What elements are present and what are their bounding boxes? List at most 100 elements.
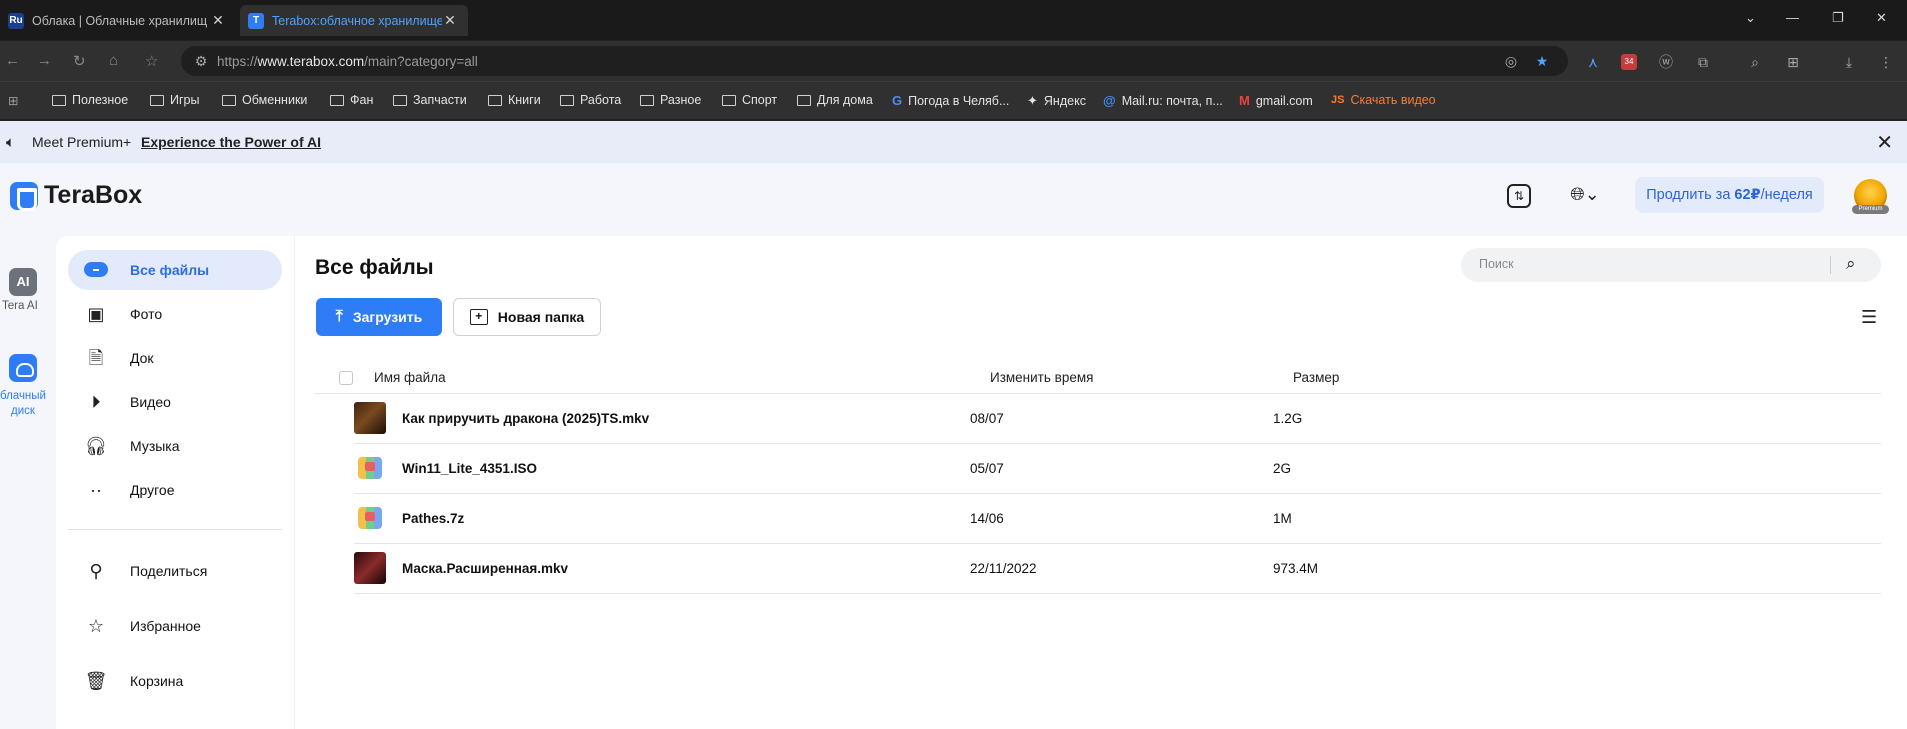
extension-badge-icon[interactable]: 34	[1621, 54, 1637, 70]
forward-icon[interactable]: →	[37, 52, 52, 69]
minimize-icon[interactable]: —	[1786, 10, 1799, 25]
bookmark-raznoe[interactable]: Разное	[640, 93, 701, 107]
sidebar-item-all-files[interactable]: Все файлы	[68, 250, 282, 290]
bookmark-igry[interactable]: Игры	[150, 93, 199, 107]
folder-icon	[222, 94, 236, 106]
video-thumbnail-icon	[354, 552, 386, 584]
select-all-checkbox[interactable]	[339, 371, 353, 385]
sidebar-item-photo[interactable]: ▣ Фото	[68, 294, 282, 334]
file-name[interactable]: Pathes.7z	[402, 511, 464, 526]
search-divider	[1830, 256, 1831, 274]
bookmark-poleznoe[interactable]: Полезное	[52, 93, 128, 107]
reload-icon[interactable]: ↻	[73, 52, 86, 70]
restore-icon[interactable]: ❐	[1832, 10, 1844, 26]
apps-grid-icon[interactable]: ⊞	[8, 93, 18, 108]
tera-ai-label[interactable]: Tera AI	[2, 300, 38, 312]
logo-text: TeraBox	[44, 181, 143, 209]
browser-tab-terabox[interactable]: T Terabox:облачное хранилище ✕	[240, 5, 468, 36]
window-close-icon[interactable]: ✕	[1876, 10, 1887, 26]
bookmark-dlya-doma[interactable]: Для дома	[797, 93, 873, 107]
close-tab-icon[interactable]: ✕	[442, 12, 458, 29]
bookmark-knigi[interactable]: Книги	[488, 93, 541, 107]
sidebar-item-share[interactable]: ⚲ Поделиться	[68, 551, 282, 591]
search-icon[interactable]: ⌕	[1747, 54, 1763, 70]
column-name[interactable]: Имя файла	[374, 370, 446, 385]
bookmarked-star-icon[interactable]: ★	[1534, 53, 1550, 69]
renew-premium-button[interactable]: Продлить за 62₽/неделя	[1635, 177, 1824, 213]
sidebar-item-music[interactable]: 🎧︎ Музыка	[68, 426, 282, 466]
table-row[interactable]: Как приручить дракона (2025)TS.mkv 08/07…	[354, 394, 1881, 444]
bookmark-fan[interactable]: Фан	[330, 93, 373, 107]
close-tab-icon[interactable]: ✕	[210, 12, 226, 29]
address-row: ← → ↻ ⌂ ☆ ⚙ https://www.terabox.com/main…	[0, 41, 1907, 81]
file-name[interactable]: Win11_Lite_4351.ISO	[402, 461, 537, 476]
bookmark-yandex[interactable]: ✦ Яндекс	[1027, 93, 1086, 109]
more-icon: ··	[90, 480, 102, 500]
home-icon[interactable]: ⌂	[109, 52, 118, 69]
sidebar-item-trash[interactable]: 🗑︎ Корзина	[68, 661, 282, 701]
site-settings-icon[interactable]: ⚙	[193, 53, 209, 69]
table-header: Имя файла Изменить время Размер	[315, 362, 1881, 394]
bookmark-mailru[interactable]: @ Mail.ru: почта, п...	[1103, 93, 1223, 108]
column-size[interactable]: Размер	[1293, 370, 1339, 385]
back-icon[interactable]: ←	[5, 52, 20, 69]
bookmarks-bar: ⊞ Полезное Игры Обменники Фан Запчасти К…	[0, 81, 1907, 119]
extension-w-icon[interactable]: ⓦ	[1658, 54, 1674, 70]
search-icon[interactable]: ⌕	[1846, 254, 1856, 274]
close-icon[interactable]: ✕	[1876, 130, 1893, 155]
tera-ai-icon[interactable]: AI	[9, 268, 37, 296]
all-files-icon	[84, 258, 108, 282]
tab-search-chevron-icon[interactable]: ⌄	[1745, 10, 1756, 26]
bookmark-star-icon[interactable]: ☆	[145, 52, 158, 70]
new-folder-button[interactable]: + Новая папка	[453, 298, 601, 336]
transfer-icon[interactable]: ⇅	[1507, 184, 1531, 208]
sidebar-item-other[interactable]: ·· Другое	[68, 470, 282, 510]
extension-icon[interactable]: ⋏	[1585, 54, 1601, 70]
grid-icon[interactable]: ⊞	[1785, 54, 1801, 70]
folder-icon	[560, 94, 574, 106]
tab-strip: Ru Облака | Облачные хранилищ ✕ T Terabo…	[0, 0, 1907, 40]
sidebar-item-label: Фото	[130, 306, 163, 322]
sidebar-item-doc[interactable]: 🗎︎ Док	[68, 338, 282, 378]
table-row[interactable]: Win11_Lite_4351.ISO 05/07 2G	[354, 444, 1881, 494]
sidebar-item-label: Видео	[130, 394, 171, 410]
tracking-protection-icon[interactable]: ◎	[1503, 53, 1519, 69]
sidebar-item-label: Музыка	[130, 438, 180, 454]
search-box[interactable]: Поиск ⌕	[1461, 248, 1881, 282]
download-icon[interactable]: ⤓	[1841, 54, 1857, 70]
cloud-disk-icon[interactable]	[9, 354, 37, 382]
browser-tab-oblaka[interactable]: Ru Облака | Облачные хранилищ ✕	[0, 5, 236, 36]
terabox-logo[interactable]: TeraBox	[10, 181, 143, 211]
file-name[interactable]: Маска.Расширенная.mkv	[402, 561, 568, 576]
address-bar[interactable]: ⚙ https://www.terabox.com/main?category=…	[181, 46, 1568, 76]
sidebar-item-video[interactable]: ⏵︎ Видео	[68, 382, 282, 422]
bookmark-obmenniki[interactable]: Обменники	[222, 93, 307, 107]
app-rail: AI Tera AI блачный диск	[0, 236, 46, 729]
speaker-icon: 🔈︎	[6, 134, 16, 151]
folder-icon	[722, 94, 736, 106]
bookmark-pogoda[interactable]: G Погода в Челяб...	[892, 93, 1009, 108]
promo-link[interactable]: Experience the Power of AI	[141, 134, 321, 150]
bookmark-sport[interactable]: Спорт	[722, 93, 777, 107]
gmail-icon: M	[1239, 93, 1250, 108]
sidebar-item-favorites[interactable]: ☆ Избранное	[68, 606, 282, 646]
bookmark-rabota[interactable]: Работа	[560, 93, 621, 107]
folder-icon	[150, 94, 164, 106]
extensions-puzzle-icon[interactable]: ⧉	[1695, 54, 1711, 70]
column-time[interactable]: Изменить время	[990, 370, 1093, 385]
search-input[interactable]: Поиск	[1479, 257, 1514, 271]
menu-icon[interactable]: ⋮	[1878, 54, 1894, 70]
list-view-icon[interactable]: ☰	[1861, 307, 1877, 328]
cloud-disk-label[interactable]: блачный диск	[0, 389, 46, 419]
file-size: 1M	[1273, 511, 1292, 526]
bookmark-gmail[interactable]: Mgmail.com	[1239, 93, 1313, 108]
sidebar-item-label: Избранное	[130, 618, 201, 634]
table-row[interactable]: Маска.Расширенная.mkv 22/11/2022 973.4M	[354, 544, 1881, 594]
language-globe-icon[interactable]: 🌐︎⌄	[1563, 184, 1607, 208]
bookmark-skachat-video[interactable]: JS Скачать видео	[1331, 93, 1436, 107]
upload-button[interactable]: ⤒ Загрузить	[316, 298, 442, 336]
file-name[interactable]: Как приручить дракона (2025)TS.mkv	[402, 411, 649, 426]
bookmark-zapchasti[interactable]: Запчасти	[393, 93, 467, 107]
table-row[interactable]: Pathes.7z 14/06 1M	[354, 494, 1881, 544]
avatar[interactable]: Premium	[1852, 179, 1889, 214]
